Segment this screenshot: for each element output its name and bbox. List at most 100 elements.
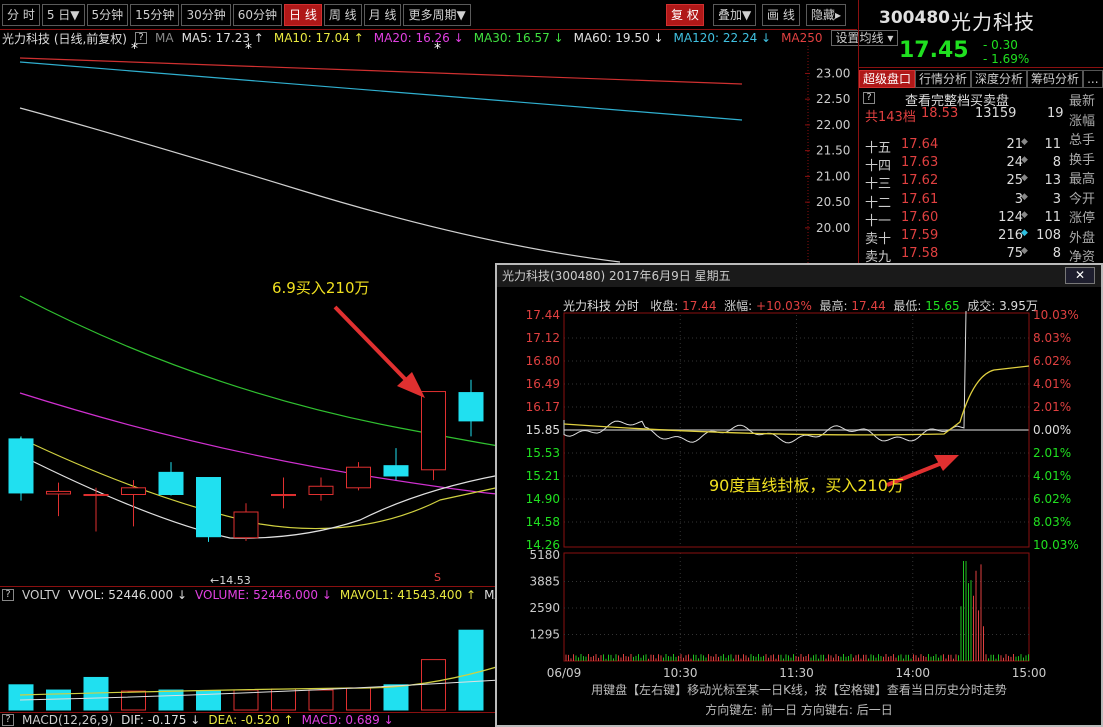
- intraday-price-line: [563, 310, 967, 444]
- intraday-pct-tick: 0.00%: [1033, 423, 1071, 437]
- orderbook-row[interactable]: 十二 17.61 3 ◆ 3: [865, 192, 1061, 211]
- intraday-price-tick: 17.12: [526, 331, 560, 345]
- orderbook-row[interactable]: 十三 17.62 25 ◆ 13: [865, 173, 1061, 192]
- buy-annotation-left: 6.9买入210万: [272, 279, 370, 297]
- intraday-price-tick: 14.58: [526, 515, 560, 529]
- orderbook-row[interactable]: 十一 17.60 124 ◆ 11: [865, 210, 1061, 229]
- price-tick-label: 22.50: [816, 92, 850, 106]
- volume-bar: [121, 690, 146, 711]
- ma-star-marker: *: [245, 41, 252, 57]
- quote-tabs: 超级盘口 行情分析 深度分析 筹码分析...: [859, 70, 1103, 88]
- quote-tab-1[interactable]: 行情分析: [915, 70, 972, 88]
- stock-code: 300480: [879, 8, 950, 28]
- sell-marker: S: [434, 571, 441, 584]
- intraday-volume-tick: 2590: [529, 601, 560, 615]
- quote-field-labels: 最新涨幅总手换手最高今开涨停外盘净资产: [1069, 92, 1103, 287]
- volume-bar: [308, 689, 334, 711]
- intraday-popup[interactable]: 光力科技(300480) 2017年6月9日 星期五 ✕ 光力科技 分时 收盘:…: [495, 263, 1103, 727]
- intraday-pct-tick: 10.03%: [1033, 308, 1079, 322]
- ma-star-marker: *: [434, 41, 441, 57]
- orderbook-row[interactable]: 卖九 17.58 75 ◆ 8: [865, 246, 1061, 265]
- intraday-pct-tick: 2.01%: [1033, 400, 1071, 414]
- volume-legend-bar: ? VOLTV VVOL: 52446.000 ↓ VOLUME: 52446.…: [2, 588, 549, 602]
- intraday-price-tick: 16.17: [526, 400, 560, 414]
- candle-body[interactable]: [458, 392, 484, 422]
- annotation-arrow-left: [333, 305, 410, 384]
- price-tick-label: 21.50: [816, 144, 850, 158]
- popup-title: 光力科技(300480) 2017年6月9日 星期五: [497, 265, 1101, 287]
- quote-tab-4[interactable]: ...: [1083, 70, 1103, 88]
- volume-bar: [383, 684, 409, 711]
- price-tick-label: 20.50: [816, 195, 850, 209]
- volume-bar: [346, 687, 371, 711]
- intraday-pct-tick: 4.01%: [1033, 377, 1071, 391]
- quote-field-label: 最新: [1069, 94, 1096, 109]
- last-price: 17.45: [899, 38, 969, 63]
- intraday-volume-tick: 1295: [529, 628, 560, 642]
- price-change: - 0.30- 1.69%: [983, 38, 1030, 66]
- volume-bar: [46, 689, 71, 711]
- intraday-volume-tick: 5180: [529, 548, 560, 562]
- ma30-line: [19, 295, 534, 452]
- ma-star-marker: *: [131, 41, 138, 57]
- candle-body[interactable]: [308, 485, 334, 495]
- orderbook-row[interactable]: 十五 17.64 21 ◆ 11: [865, 137, 1061, 156]
- price-tick-label: 21.00: [816, 169, 850, 183]
- candle-body[interactable]: [46, 490, 71, 495]
- intraday-pct-tick: 10.03%: [1033, 538, 1079, 552]
- price-tick-label: 23.00: [816, 66, 850, 80]
- quote-tab-0[interactable]: 超级盘口: [859, 70, 916, 88]
- candle-body[interactable]: [8, 438, 34, 494]
- close-button[interactable]: ✕: [1065, 267, 1095, 284]
- intraday-time-tick: 15:00: [1012, 666, 1047, 680]
- intraday-price-tick: 16.49: [526, 377, 560, 391]
- help-icon[interactable]: ?: [2, 589, 14, 601]
- intraday-pct-tick: 4.01%: [1033, 469, 1071, 483]
- stock-name: 光力科技: [951, 10, 1035, 34]
- candle-body[interactable]: [233, 511, 259, 539]
- orderbook-row[interactable]: 十四 17.63 24 ◆ 8: [865, 155, 1061, 174]
- navigation-tip: 方向键左: 前一日 方向键右: 后一日: [705, 703, 893, 717]
- intraday-pct-tick: 6.02%: [1033, 492, 1071, 506]
- quote-field-label: 换手: [1069, 152, 1096, 168]
- candle-body[interactable]: [383, 465, 409, 477]
- intraday-price-tick: 15.53: [526, 446, 560, 460]
- volume-bar: [8, 684, 34, 711]
- intraday-volume-tick: 3885: [529, 575, 560, 589]
- help-icon[interactable]: ?: [2, 714, 14, 726]
- intraday-canvas[interactable]: 17.44 10.03% 17.12 8.03% 16.80 6.02% 16.49 4.01…: [497, 287, 1101, 727]
- quote-field-label: 涨幅: [1069, 113, 1096, 129]
- vol-title: VOLTV: [22, 588, 61, 602]
- quote-field-label: 外盘: [1069, 230, 1096, 246]
- volume-bar: [458, 629, 484, 711]
- keyboard-tip: 用键盘【左右键】移动光标至某一日K线，按【空格键】查看当日历史分时走势: [591, 683, 1007, 697]
- macd-legend-bar: ? MACD(12,26,9) DIF: -0.175 ↓ DEA: -0.52…: [2, 713, 394, 727]
- candle-body[interactable]: [196, 477, 221, 538]
- intraday-price-tick: 14.90: [526, 492, 560, 506]
- candle-body[interactable]: [271, 493, 296, 497]
- dea-value: DEA: -0.520: [208, 713, 280, 727]
- intraday-time-tick: 11:30: [779, 666, 814, 680]
- vvol-value: VVOL: 52446.000: [68, 588, 174, 602]
- intraday-price-tick: 15.21: [526, 469, 560, 483]
- volume-bar: [271, 688, 296, 711]
- candle-body[interactable]: [83, 493, 109, 497]
- volume-bar: [158, 689, 184, 711]
- quote-tab-2[interactable]: 深度分析: [971, 70, 1028, 88]
- ma60-line: [19, 107, 621, 263]
- candle-body[interactable]: [158, 471, 184, 495]
- candle-body[interactable]: [346, 466, 371, 489]
- volume-bar: [421, 659, 446, 711]
- macd-value: MACD: 0.689: [301, 713, 380, 727]
- quote-tab-3[interactable]: 筹码分析: [1027, 70, 1084, 88]
- quote-field-label: 涨停: [1069, 211, 1096, 226]
- quote-field-label: 最高: [1069, 172, 1096, 187]
- buy-annotation-popup: 90度直线封板，买入210万: [709, 476, 904, 495]
- candle-body[interactable]: [421, 391, 446, 471]
- help-icon[interactable]: ?: [863, 92, 875, 104]
- orderbook-row[interactable]: 卖十 17.59 216 ◆ 108: [865, 228, 1061, 247]
- candle-body[interactable]: [121, 487, 146, 495]
- intraday-time-tick: 06/09: [547, 666, 582, 680]
- intraday-time-tick: 14:00: [895, 666, 930, 680]
- price-tick-label: 20.00: [816, 221, 850, 235]
